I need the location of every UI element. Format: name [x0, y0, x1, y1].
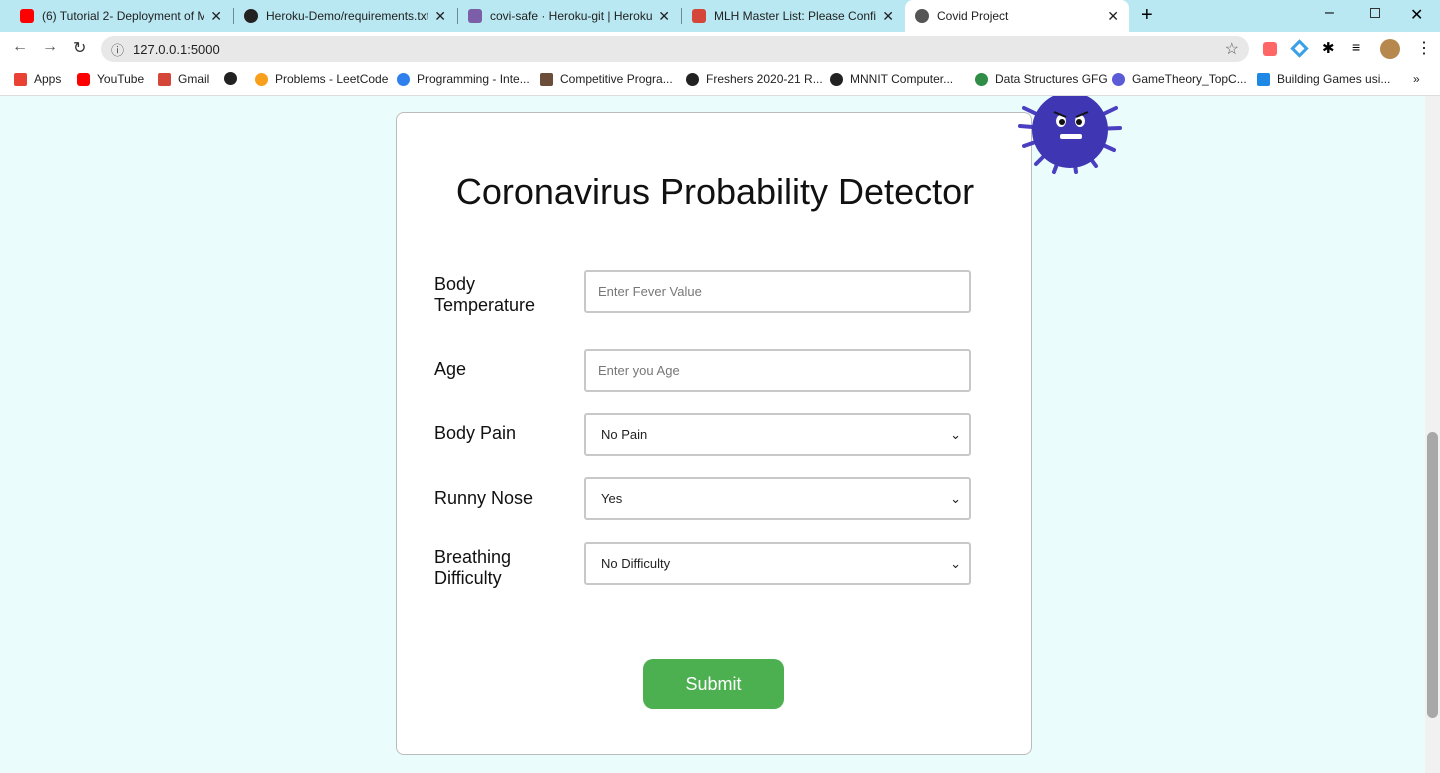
- heroku-icon: [468, 9, 482, 23]
- youtube-icon: [77, 72, 90, 86]
- bookmark[interactable]: MNNIT Computer...: [830, 72, 953, 86]
- globe-icon: [915, 9, 929, 23]
- apps-icon: [14, 72, 27, 86]
- bookmark-icon: [1112, 72, 1125, 86]
- label-breathing-difficulty: Breathing Difficulty: [434, 547, 512, 588]
- label-body-temperature: Body Temperature: [434, 274, 536, 315]
- page-title: Coronavirus Probability Detector: [455, 171, 975, 212]
- tab[interactable]: MLH Master List: Please Confirm ✕: [682, 0, 904, 32]
- scrollbar-thumb[interactable]: [1427, 432, 1438, 718]
- globe-icon: [224, 72, 237, 85]
- tab[interactable]: Heroku-Demo/requirements.txt at ✕: [234, 0, 456, 32]
- tab-strip: (6) Tutorial 2- Deployment of ML ✕ Heroku…: [0, 0, 1440, 32]
- puzzle-icon[interactable]: ✱: [1322, 39, 1335, 57]
- close-icon[interactable]: ✕: [882, 8, 894, 25]
- more-bookmarks[interactable]: »: [1413, 72, 1420, 86]
- bookmark-icon: [1257, 72, 1270, 86]
- restore-button[interactable]: [1370, 8, 1380, 18]
- new-tab-button[interactable]: +: [1141, 4, 1153, 27]
- tab-active[interactable]: Covid Project ✕: [905, 0, 1129, 32]
- close-window-button[interactable]: ✕: [1410, 5, 1423, 25]
- star-icon[interactable]: ☆: [1225, 39, 1239, 59]
- bookmark[interactable]: Data Structures GFG: [975, 72, 1108, 86]
- bookmark[interactable]: Problems - LeetCode: [255, 72, 388, 86]
- reload-icon[interactable]: ↻: [73, 38, 86, 58]
- bookmark-apps[interactable]: Apps: [14, 72, 61, 86]
- close-icon[interactable]: ✕: [210, 8, 222, 25]
- tab[interactable]: (6) Tutorial 2- Deployment of ML ✕: [10, 0, 232, 32]
- label-runny-nose: Runny Nose: [434, 488, 534, 508]
- codechef-icon: [540, 72, 553, 86]
- breathing-difficulty-select[interactable]: No Difficulty ⌄: [584, 542, 971, 585]
- forward-icon[interactable]: →: [42, 38, 58, 56]
- gmail-icon: [692, 9, 706, 23]
- extension-icon[interactable]: [1263, 42, 1277, 56]
- avatar[interactable]: [1380, 39, 1400, 59]
- back-icon[interactable]: ←: [12, 38, 28, 56]
- bookmark[interactable]: Gmail: [158, 72, 209, 86]
- minimize-button[interactable]: –: [1325, 4, 1334, 22]
- bookmark[interactable]: Freshers 2020-21 R...: [686, 72, 823, 86]
- extension-icon[interactable]: [1290, 39, 1309, 58]
- age-input[interactable]: Enter you Age: [584, 349, 971, 392]
- chevron-down-icon: ⌄: [950, 426, 961, 442]
- detector-form: Coronavirus Probability Detector Body Te…: [396, 112, 1032, 755]
- bookmark[interactable]: Programming - Inte...: [397, 72, 530, 86]
- bookmarks-bar: Apps YouTube Gmail Problems - LeetCode P…: [0, 66, 1440, 96]
- label-body-pain: Body Pain: [434, 423, 517, 443]
- github-icon: [244, 9, 258, 23]
- bookmark[interactable]: GameTheory_TopC...: [1112, 72, 1247, 86]
- chevron-down-icon: ⌄: [950, 490, 961, 506]
- youtube-icon: [20, 9, 34, 23]
- menu-icon[interactable]: ⋮: [1416, 38, 1432, 58]
- interviewbit-icon: [397, 72, 410, 86]
- info-icon: ⓘ: [111, 42, 125, 58]
- tab[interactable]: covi-safe · Heroku-git | Heroku ✕: [458, 0, 680, 32]
- globe-icon: [686, 72, 699, 86]
- virus-mascot-icon: [1018, 96, 1122, 174]
- scrollbar[interactable]: [1425, 96, 1440, 773]
- body-pain-select[interactable]: No Pain ⌄: [584, 413, 971, 456]
- gfg-icon: [975, 72, 988, 86]
- runny-nose-select[interactable]: Yes ⌄: [584, 477, 971, 520]
- globe-icon: [830, 72, 843, 86]
- media-icon[interactable]: ≡: [1352, 39, 1360, 55]
- close-icon[interactable]: ✕: [1107, 8, 1119, 25]
- fever-input[interactable]: Enter Fever Value: [584, 270, 971, 313]
- bookmark[interactable]: Building Games usi...: [1257, 72, 1390, 86]
- close-icon[interactable]: ✕: [658, 8, 670, 25]
- close-icon[interactable]: ✕: [434, 8, 446, 25]
- chevron-down-icon: ⌄: [950, 555, 961, 571]
- address-bar[interactable]: ⓘ 127.0.0.1:5000 ☆: [101, 36, 1249, 62]
- bookmark[interactable]: Competitive Progra...: [540, 72, 673, 86]
- leetcode-icon: [255, 72, 268, 86]
- label-age: Age: [434, 359, 467, 379]
- submit-button[interactable]: Submit: [643, 659, 784, 709]
- bookmark[interactable]: [224, 72, 244, 85]
- gmail-icon: [158, 72, 171, 86]
- toolbar: ← → ↻ ⓘ 127.0.0.1:5000 ☆ ✱ ≡ ⋮: [0, 32, 1440, 66]
- bookmark[interactable]: YouTube: [77, 72, 144, 86]
